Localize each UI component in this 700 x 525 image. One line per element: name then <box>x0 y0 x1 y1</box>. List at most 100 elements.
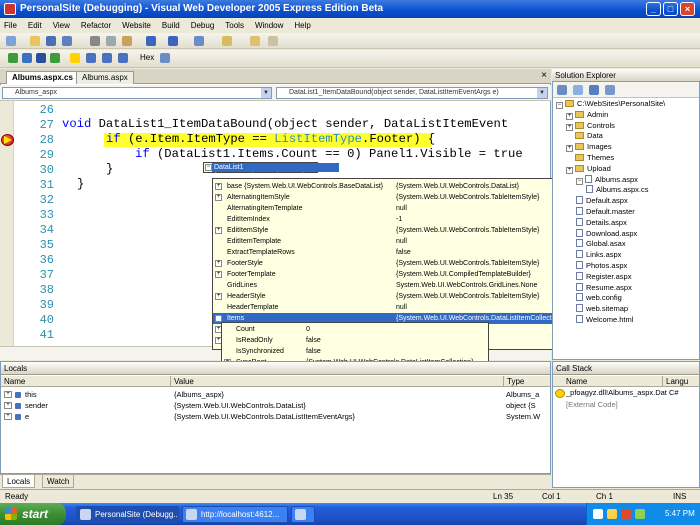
datatip-items-row[interactable]: IsReadOnly false <box>222 335 488 346</box>
expand-icon[interactable]: + <box>566 145 573 153</box>
column-name[interactable]: Name <box>563 376 663 387</box>
minimize-button[interactable]: _ <box>646 2 661 16</box>
open-icon[interactable] <box>30 36 40 46</box>
menu-website[interactable]: Website <box>122 18 151 33</box>
tree-file[interactable]: Links.aspx <box>576 250 621 260</box>
member-dropdown[interactable]: DataList1_ItemDataBound(object sender, D… <box>276 87 548 99</box>
collapse-icon[interactable]: − <box>556 102 563 109</box>
expand-icon[interactable]: + <box>215 271 222 278</box>
navigate-icon[interactable] <box>194 36 204 46</box>
tree-folder[interactable]: + Images <box>566 142 612 153</box>
continue-icon[interactable] <box>8 53 18 63</box>
locals-row[interactable]: + sender {System.Web.UI.WebControls.DataLi… <box>1 400 549 411</box>
taskbar-item-other[interactable] <box>291 506 315 523</box>
column-language[interactable]: Langu <box>663 376 699 387</box>
alert-icon[interactable] <box>621 509 631 519</box>
datatip-row[interactable]: HeaderTemplate null <box>213 302 581 313</box>
tree-file[interactable]: Default.aspx <box>576 196 628 206</box>
menu-refactor[interactable]: Refactor <box>81 18 111 33</box>
call-stack-frame[interactable]: _pfoagyz.dll!Albums_aspx.Dat C# <box>566 388 679 397</box>
datatip-row[interactable]: ExtractTemplateRows false <box>213 247 581 258</box>
stop-debugging-icon[interactable] <box>36 53 46 63</box>
datatip-row[interactable]: + FooterStyle {System.Web.UI.WebControls.T… <box>213 258 581 269</box>
collapse-icon[interactable]: − <box>205 164 212 171</box>
tree-file[interactable]: Resume.aspx <box>576 282 632 293</box>
tab-watch[interactable]: Watch <box>42 475 75 488</box>
datatip-items-row[interactable]: IsSynchronized false <box>222 346 488 357</box>
expand-icon[interactable]: + <box>215 194 222 201</box>
expand-icon[interactable]: + <box>566 166 573 174</box>
menu-debug[interactable]: Debug <box>191 18 215 33</box>
locals-row[interactable]: + e {System.Web.UI.WebControls.DataListIte… <box>1 411 549 422</box>
redo-icon[interactable] <box>168 36 178 46</box>
menu-build[interactable]: Build <box>162 18 180 33</box>
restart-icon[interactable] <box>50 53 60 63</box>
tree-file[interactable]: Default.master <box>576 207 635 217</box>
step-over-icon[interactable] <box>102 53 112 63</box>
start-button[interactable]: start <box>0 503 66 525</box>
save-icon[interactable] <box>46 36 56 46</box>
datatip-row[interactable]: + FooterTemplate {System.Web.UI.CompiledTe… <box>213 269 581 280</box>
cut-icon[interactable] <box>90 36 100 46</box>
tree-file[interactable]: Download.aspx <box>576 228 637 239</box>
expand-icon[interactable]: + <box>566 112 573 120</box>
paste-icon[interactable] <box>122 36 132 46</box>
datatip-row[interactable]: + HeaderStyle {System.Web.UI.WebControls.T… <box>213 291 581 302</box>
datatip-row[interactable]: AlternatingItemTemplate null <box>213 203 581 214</box>
new-project-icon[interactable] <box>6 36 16 46</box>
show-next-statement-icon[interactable] <box>70 53 80 63</box>
tree-file[interactable]: web.sitemap <box>576 304 628 314</box>
step-into-icon[interactable] <box>86 53 96 63</box>
locals-row[interactable]: + this {Albums_aspx} Albums_a <box>1 389 549 400</box>
tab-locals[interactable]: Locals <box>2 475 36 488</box>
find-icon[interactable] <box>222 36 232 46</box>
tree-root[interactable]: − C:\WebSites\PersonalSite\ <box>556 99 665 109</box>
tree-file[interactable]: Welcome.html <box>576 315 633 325</box>
hex-button[interactable]: Hex <box>140 53 154 62</box>
expand-icon[interactable]: + <box>4 391 12 398</box>
column-type[interactable]: Type <box>504 376 550 387</box>
tree-file[interactable]: Albums.aspx.cs <box>586 185 649 195</box>
column-value[interactable]: Value <box>171 376 504 387</box>
taskbar-item-browser[interactable]: http://localhost:4612... <box>182 506 288 523</box>
menu-tools[interactable]: Tools <box>225 18 244 33</box>
copy-icon[interactable] <box>106 36 116 46</box>
tree-folder[interactable]: Data <box>566 131 603 141</box>
tree-folder[interactable]: + Controls <box>566 121 615 131</box>
tree-file[interactable]: Photos.aspx <box>576 261 627 271</box>
breakpoints-window-icon[interactable] <box>160 53 170 63</box>
menu-edit[interactable]: Edit <box>28 18 42 33</box>
tree-folder[interactable]: Themes <box>566 153 614 163</box>
security-icon[interactable] <box>607 509 617 519</box>
expand-icon[interactable]: + <box>4 413 12 420</box>
column-name[interactable]: Name <box>1 376 171 387</box>
expand-icon[interactable]: + <box>566 123 573 131</box>
menu-file[interactable]: File <box>4 18 17 33</box>
datatip-row[interactable]: + EditItemStyle {System.Web.UI.WebControls… <box>213 225 581 236</box>
tab-albums-aspx[interactable]: Albums.aspx <box>76 71 134 84</box>
folder-icon[interactable] <box>250 36 260 46</box>
nest-files-icon[interactable] <box>589 85 599 95</box>
tree-folder[interactable]: + Upload <box>566 164 611 174</box>
class-dropdown[interactable]: Albums_aspx ▼ <box>2 87 272 99</box>
datatip-row[interactable]: + base {System.Web.UI.WebControls.BaseDat… <box>213 181 581 192</box>
clock[interactable]: 5:47 PM <box>665 503 695 525</box>
maximize-button[interactable]: □ <box>663 2 678 16</box>
taskbar-item-vwd[interactable]: PersonalSite (Debugg... <box>76 506 179 523</box>
call-stack-external[interactable]: [External Code] <box>566 400 618 409</box>
tree-file[interactable]: Details.aspx <box>576 217 627 228</box>
undo-icon[interactable] <box>146 36 156 46</box>
tree-file[interactable]: web.config <box>576 293 622 303</box>
network-icon[interactable] <box>593 509 603 519</box>
datatip-row[interactable]: GridLines System.Web.UI.WebControls.GridL… <box>213 280 581 291</box>
menu-window[interactable]: Window <box>255 18 283 33</box>
toolbox-icon[interactable] <box>268 36 278 46</box>
datatip-header[interactable]: − DataList1 {System.Web.UI.WebControls.D… <box>203 162 340 180</box>
close-document-icon[interactable]: × <box>541 70 547 81</box>
properties-icon[interactable] <box>557 85 567 95</box>
collapse-icon[interactable]: − <box>576 177 583 185</box>
tree-file[interactable]: − Albums.aspx <box>576 174 638 185</box>
datatip-row[interactable]: EditItemIndex -1 <box>213 214 581 225</box>
expand-icon[interactable]: + <box>215 183 222 190</box>
expand-icon[interactable]: + <box>215 227 222 234</box>
